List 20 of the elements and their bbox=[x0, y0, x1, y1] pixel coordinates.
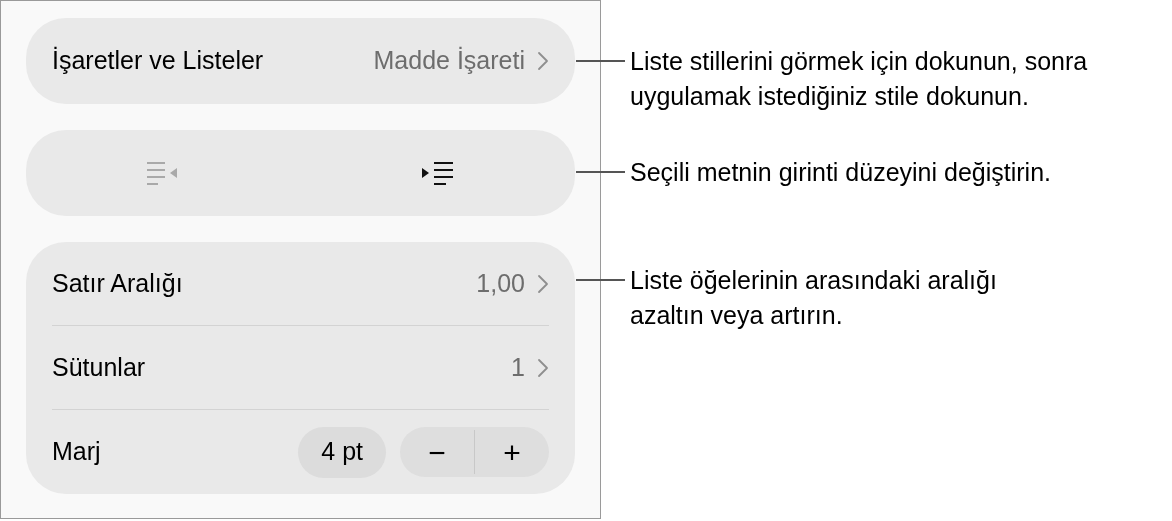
callout-text: Liste öğelerinin arasındaki aralığı azaltın veya artırın. bbox=[630, 265, 998, 331]
row-value: 1,00 bbox=[476, 267, 525, 299]
list-style-row[interactable]: İşaretler ve Listeler Madde İşareti bbox=[26, 18, 575, 104]
leader-line bbox=[576, 60, 625, 62]
chevron-icon bbox=[537, 357, 549, 378]
margin-value-field[interactable]: 4 pt bbox=[298, 426, 386, 478]
leader-line bbox=[576, 279, 625, 281]
row-value: Madde İşareti bbox=[373, 45, 525, 77]
decrement-button[interactable]: − bbox=[400, 427, 474, 477]
callout-text: Liste stillerini görmek için dokunun, sonra uygulamak istediğiniz stile dokunun. bbox=[630, 46, 1089, 112]
chevron-icon bbox=[537, 51, 549, 71]
chevron-icon bbox=[537, 273, 549, 294]
increment-button[interactable]: + bbox=[475, 427, 549, 477]
row-label: Sütunlar bbox=[52, 351, 147, 383]
row-value: 1 bbox=[511, 351, 525, 383]
row-label: Satır Aralığı bbox=[52, 267, 184, 299]
row-label: İşaretler ve Listeler bbox=[52, 45, 265, 77]
callout-text: Seçili metnin girinti düzeyini değiştirin. bbox=[630, 157, 1052, 188]
row-label: Marj bbox=[52, 436, 102, 468]
leader-line bbox=[576, 171, 625, 173]
